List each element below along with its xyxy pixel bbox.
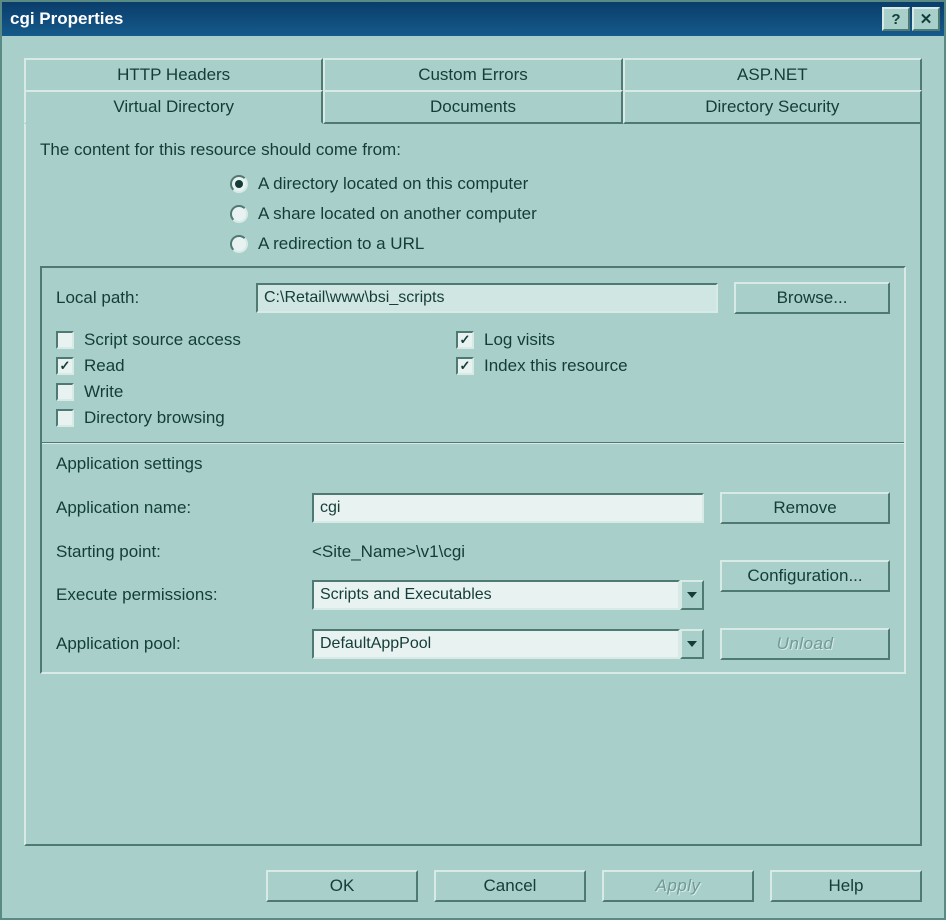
- app-settings-grid: Application name: Remove Starting point:…: [56, 492, 890, 660]
- tab-row-bottom: Virtual Directory Documents Directory Se…: [24, 90, 922, 124]
- properties-dialog: cgi Properties ? ✕ HTTP Headers Custom E…: [0, 0, 946, 920]
- radio-icon: [230, 235, 248, 253]
- checkbox-icon: [56, 331, 74, 349]
- check-directory-browsing[interactable]: Directory browsing: [56, 408, 416, 428]
- tab-directory-security[interactable]: Directory Security: [623, 90, 922, 124]
- radio-label: A share located on another computer: [258, 204, 537, 224]
- checkbox-icon: ✓: [456, 357, 474, 375]
- cancel-button[interactable]: Cancel: [434, 870, 586, 902]
- local-path-label: Local path:: [56, 288, 256, 308]
- check-read[interactable]: ✓ Read: [56, 356, 416, 376]
- radio-icon: [230, 205, 248, 223]
- settings-group: Local path: Browse... Script source acce…: [40, 266, 906, 674]
- app-pool-select[interactable]: [312, 629, 704, 659]
- content-source-prompt: The content for this resource should com…: [40, 140, 906, 160]
- exec-perms-select[interactable]: [312, 580, 704, 610]
- radio-icon: [230, 175, 248, 193]
- radio-label: A directory located on this computer: [258, 174, 528, 194]
- local-path-input[interactable]: [256, 283, 718, 313]
- checkbox-icon: ✓: [456, 331, 474, 349]
- checkbox-icon: ✓: [56, 357, 74, 375]
- exec-perms-label: Execute permissions:: [56, 585, 296, 605]
- tab-asp-net[interactable]: ASP.NET: [623, 58, 922, 90]
- content-area: HTTP Headers Custom Errors ASP.NET Virtu…: [2, 36, 944, 918]
- window-title: cgi Properties: [10, 9, 123, 29]
- tab-custom-errors[interactable]: Custom Errors: [323, 58, 622, 90]
- help-button[interactable]: Help: [770, 870, 922, 902]
- ok-button[interactable]: OK: [266, 870, 418, 902]
- tab-row-top: HTTP Headers Custom Errors ASP.NET: [24, 58, 922, 90]
- titlebar-buttons: ? ✕: [882, 7, 940, 31]
- divider: [42, 442, 904, 444]
- app-pool-value: [312, 629, 680, 659]
- chevron-down-icon: [680, 580, 704, 610]
- app-settings-heading: Application settings: [56, 454, 890, 474]
- app-name-input[interactable]: [312, 493, 704, 523]
- checkbox-label: Script source access: [84, 330, 241, 350]
- tab-http-headers[interactable]: HTTP Headers: [24, 58, 323, 90]
- check-write[interactable]: Write: [56, 382, 416, 402]
- tab-documents[interactable]: Documents: [323, 90, 622, 124]
- exec-perms-value: [312, 580, 680, 610]
- app-pool-label: Application pool:: [56, 634, 296, 654]
- tab-virtual-directory[interactable]: Virtual Directory: [24, 90, 323, 124]
- browse-button[interactable]: Browse...: [734, 282, 890, 314]
- content-source-radios: A directory located on this computer A s…: [230, 174, 906, 254]
- checkbox-label: Write: [84, 382, 123, 402]
- checkbox-icon: [56, 383, 74, 401]
- app-name-label: Application name:: [56, 498, 296, 518]
- tab-panel: The content for this resource should com…: [24, 122, 922, 846]
- checkbox-icon: [56, 409, 74, 427]
- unload-button: Unload: [720, 628, 890, 660]
- apply-button: Apply: [602, 870, 754, 902]
- permission-checks: Script source access ✓ Read Write Di: [56, 330, 890, 428]
- check-index-resource[interactable]: ✓ Index this resource: [456, 356, 628, 376]
- help-icon[interactable]: ?: [882, 7, 910, 31]
- checkbox-label: Read: [84, 356, 125, 376]
- titlebar: cgi Properties ? ✕: [2, 2, 944, 36]
- radio-url-redirect[interactable]: A redirection to a URL: [230, 234, 906, 254]
- starting-point-label: Starting point:: [56, 542, 296, 562]
- checks-right-col: ✓ Log visits ✓ Index this resource: [456, 330, 628, 428]
- radio-label: A redirection to a URL: [258, 234, 424, 254]
- radio-local-directory[interactable]: A directory located on this computer: [230, 174, 906, 194]
- chevron-down-icon: [680, 629, 704, 659]
- check-log-visits[interactable]: ✓ Log visits: [456, 330, 628, 350]
- checkbox-label: Index this resource: [484, 356, 628, 376]
- dialog-footer: OK Cancel Apply Help: [24, 846, 922, 902]
- checkbox-label: Log visits: [484, 330, 555, 350]
- radio-network-share[interactable]: A share located on another computer: [230, 204, 906, 224]
- local-path-row: Local path: Browse...: [56, 282, 890, 314]
- starting-point-value: <Site_Name>\v1\cgi: [312, 542, 704, 562]
- checkbox-label: Directory browsing: [84, 408, 225, 428]
- remove-button[interactable]: Remove: [720, 492, 890, 524]
- close-icon[interactable]: ✕: [912, 7, 940, 31]
- check-script-source[interactable]: Script source access: [56, 330, 416, 350]
- checks-left-col: Script source access ✓ Read Write Di: [56, 330, 416, 428]
- configuration-button[interactable]: Configuration...: [720, 560, 890, 592]
